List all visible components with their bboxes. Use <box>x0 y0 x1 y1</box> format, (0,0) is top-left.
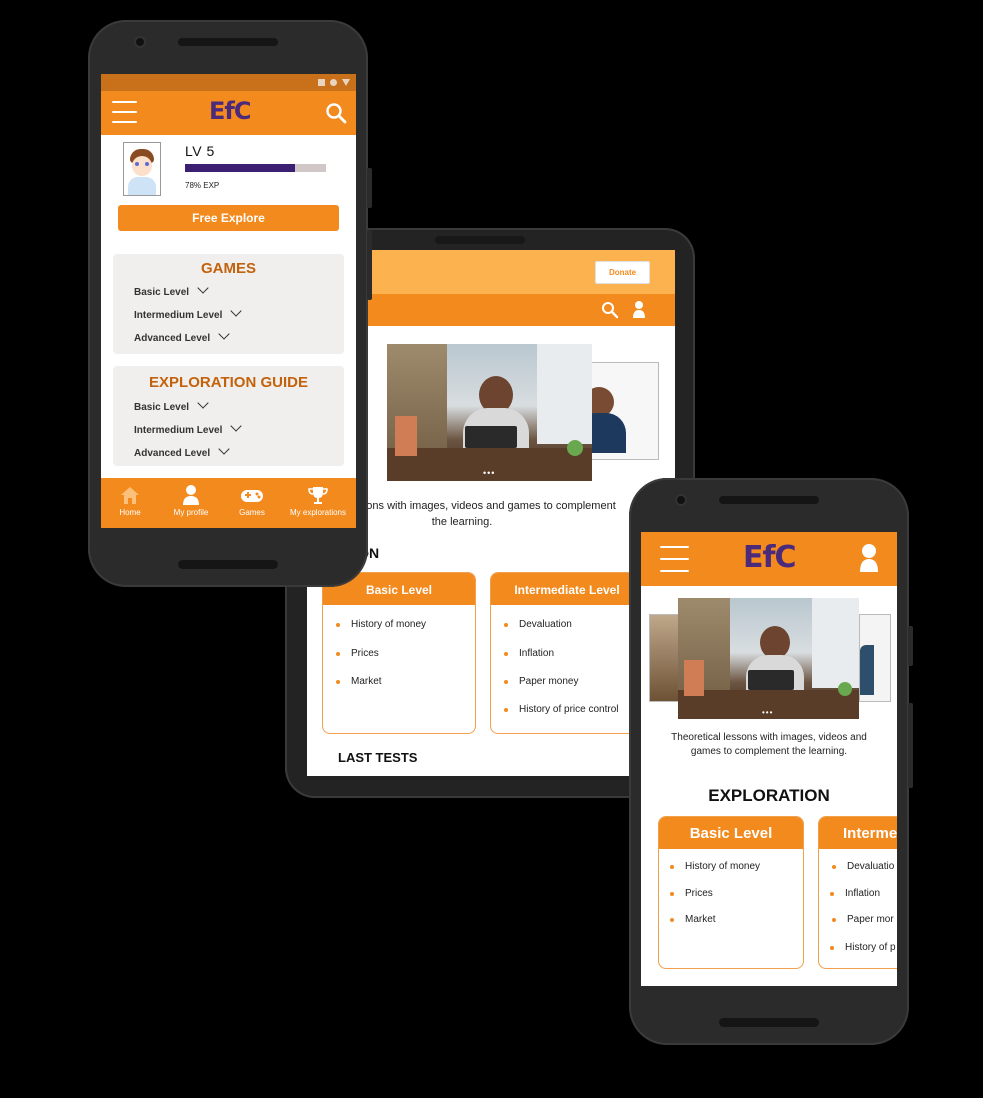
search-icon[interactable] <box>601 301 619 319</box>
carousel-side-image-left <box>649 614 681 702</box>
list-item[interactable]: Market <box>336 676 382 687</box>
nav-label: My profile <box>173 508 209 517</box>
bottom-speaker <box>178 560 278 569</box>
phone2-description: Theoretical lessons with images, videos … <box>671 732 867 757</box>
circle-icon <box>330 79 337 86</box>
side-button <box>367 168 372 208</box>
list-item[interactable]: Prices <box>336 648 379 659</box>
nav-label: My explorations <box>289 508 347 517</box>
list-item[interactable]: Prices <box>670 888 713 899</box>
nav-home[interactable]: Home <box>107 484 153 517</box>
level-label: LV 5 <box>185 143 215 159</box>
level-label: Intermedium Level <box>134 425 223 436</box>
trophy-icon <box>308 487 328 504</box>
nav-label: Home <box>119 508 141 517</box>
guide-basic-level[interactable]: Basic Level <box>134 397 209 413</box>
user-icon[interactable] <box>859 543 879 573</box>
free-explore-button[interactable]: Free Explore <box>118 205 339 231</box>
chevron-down-icon <box>197 397 209 409</box>
chevron-down-icon <box>230 305 243 317</box>
search-icon[interactable] <box>325 102 347 124</box>
side-button <box>908 626 913 666</box>
level-label: Basic Level <box>134 402 190 413</box>
list-item[interactable]: History of p <box>830 942 896 953</box>
phone1-screen: EfC LV 5 78% EXP Free Explore GAMES Basi… <box>101 74 356 528</box>
tablet-camera-bar <box>435 236 525 244</box>
list-item[interactable]: Paper mor <box>832 914 894 925</box>
level-label: Advanced Level <box>134 333 211 344</box>
list-item[interactable]: History of price control <box>503 704 618 715</box>
speaker-grille <box>178 38 278 46</box>
tablet-card-intermediate-level[interactable]: Intermediate Level Devaluation Inflation… <box>490 572 644 734</box>
speaker-grille <box>719 496 819 504</box>
phone-device-right: EfC ••• Theoretical lessons with images,… <box>629 478 913 1045</box>
level-label: Basic Level <box>134 287 190 298</box>
front-camera <box>134 36 146 48</box>
donate-button[interactable]: Donate <box>595 261 650 284</box>
list-item[interactable]: Devaluatio <box>831 861 894 872</box>
card-title: Interme <box>819 817 897 849</box>
nav-games[interactable]: Games <box>229 484 275 517</box>
exp-progress-fill <box>185 164 295 172</box>
exploration-guide-title: EXPLORATION GUIDE <box>149 374 308 391</box>
app-logo: EfC <box>743 540 797 575</box>
phone-device-left: EfC LV 5 78% EXP Free Explore GAMES Basi… <box>88 20 372 587</box>
carousel-side-image-right <box>859 614 891 702</box>
games-basic-level[interactable]: Basic Level <box>134 282 209 298</box>
side-button <box>367 230 372 300</box>
last-tests-title: LAST TESTS <box>338 750 418 765</box>
menu-icon[interactable] <box>660 546 689 572</box>
chevron-down-icon <box>218 443 230 455</box>
carousel-dots[interactable]: ••• <box>762 708 773 717</box>
games-intermedium-level[interactable]: Intermedium Level <box>134 305 243 321</box>
list-item[interactable]: Inflation <box>503 648 554 659</box>
card-title: Basic Level <box>659 817 803 849</box>
gamepad-icon <box>241 490 263 502</box>
exp-progress-bar <box>185 164 326 172</box>
exp-text: 78% EXP <box>185 181 220 190</box>
chevron-down-icon <box>218 328 230 340</box>
chevron-down-icon <box>230 420 243 432</box>
list-item[interactable]: Devaluation <box>504 619 572 630</box>
list-item[interactable]: Inflation <box>829 888 880 899</box>
app-logo: EfC <box>209 97 251 125</box>
card-title: Intermediate Level <box>491 573 643 605</box>
carousel-main-image[interactable]: ••• <box>678 598 859 719</box>
games-advanced-level[interactable]: Advanced Level <box>134 328 230 344</box>
phone2-screen: EfC ••• Theoretical lessons with images,… <box>641 532 897 986</box>
triangle-icon <box>342 79 350 86</box>
guide-intermedium-level[interactable]: Intermedium Level <box>134 420 243 436</box>
games-title: GAMES <box>200 260 256 277</box>
exploration-guide-section: EXPLORATION GUIDE Basic Level Intermediu… <box>113 366 344 466</box>
games-section: GAMES Basic Level Intermedium Level Adva… <box>113 254 344 354</box>
bottom-speaker <box>719 1018 819 1027</box>
home-icon <box>121 487 139 504</box>
avatar[interactable] <box>123 142 161 196</box>
menu-icon[interactable] <box>112 101 137 123</box>
level-label: Advanced Level <box>134 448 211 459</box>
user-icon[interactable] <box>632 300 646 319</box>
front-camera <box>675 494 687 506</box>
nav-label: Games <box>239 508 265 517</box>
phone2-exploration-title: EXPLORATION <box>708 786 830 805</box>
guide-advanced-level[interactable]: Advanced Level <box>134 443 230 459</box>
list-item[interactable]: Market <box>670 914 716 925</box>
carousel-dots[interactable]: ••• <box>483 468 495 478</box>
tablet-card-basic-level[interactable]: Basic Level History of money Prices Mark… <box>322 572 476 734</box>
nav-my-explorations[interactable]: My explorations <box>285 484 351 517</box>
square-icon <box>318 79 325 86</box>
phone2-card-intermediate-level[interactable]: Interme Devaluatio Inflation Paper mor H… <box>818 816 897 969</box>
user-icon <box>183 485 199 505</box>
side-button <box>908 703 913 788</box>
list-item[interactable]: History of money <box>669 861 760 872</box>
chevron-down-icon <box>197 282 209 294</box>
list-item[interactable]: History of money <box>335 619 426 630</box>
carousel-main-image[interactable]: ••• <box>387 344 592 481</box>
phone2-card-basic-level[interactable]: Basic Level History of money Prices Mark… <box>658 816 804 969</box>
list-item[interactable]: Paper money <box>503 676 578 687</box>
nav-my-profile[interactable]: My profile <box>167 484 215 517</box>
level-label: Intermedium Level <box>134 310 223 321</box>
